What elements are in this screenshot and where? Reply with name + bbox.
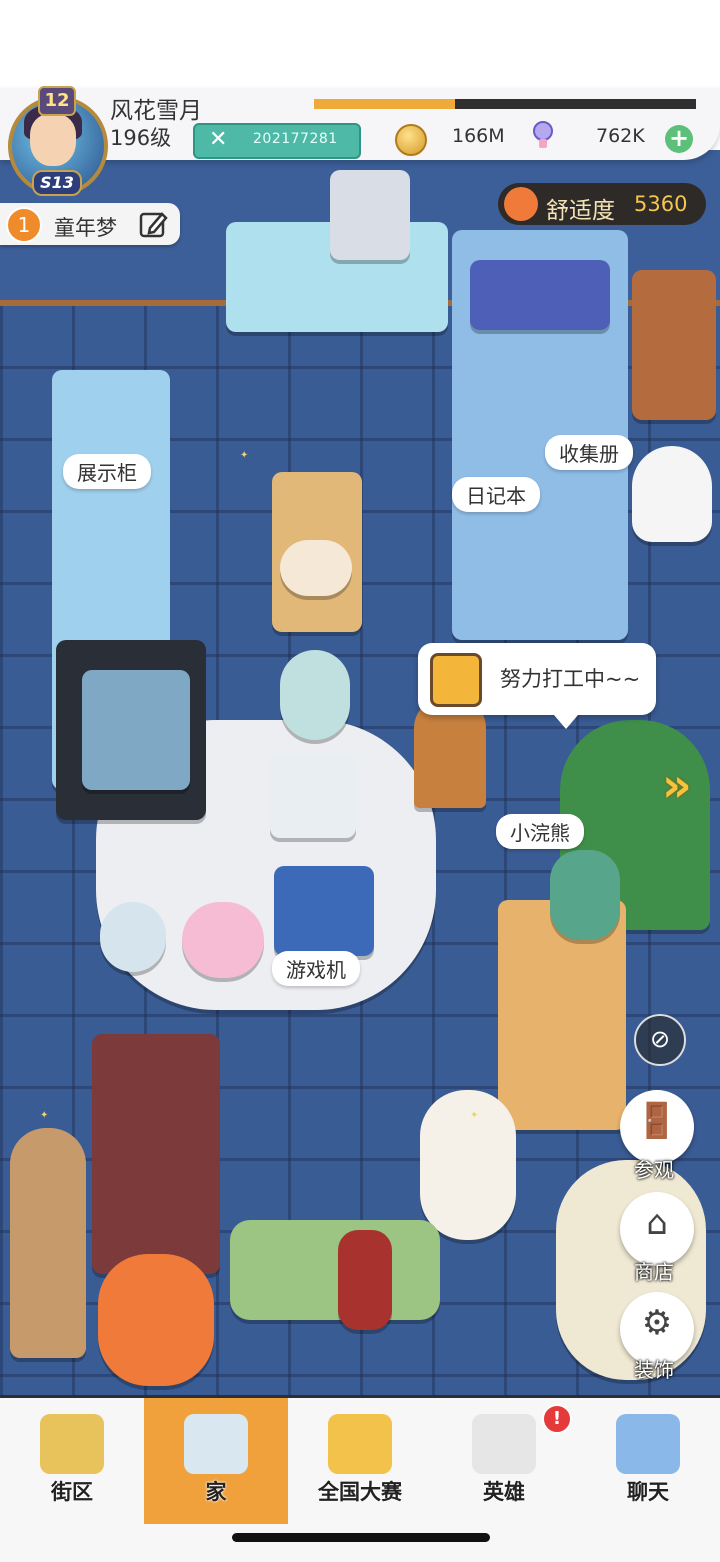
hero-notification-badge: ! (542, 1404, 572, 1434)
nav-label: 聊天 (627, 1480, 669, 1504)
house-icon (184, 1414, 248, 1474)
work-status-text: 努力打工中~~ (500, 667, 641, 691)
green-rug (230, 1220, 440, 1320)
pouf-blue (100, 902, 166, 972)
trophy-icon (328, 1414, 392, 1474)
floor-lamp (10, 1128, 86, 1358)
nightstand (632, 270, 716, 420)
player-level: 196级 (110, 126, 172, 150)
teddy-bear (420, 1090, 516, 1240)
food-table (92, 1034, 220, 1274)
tiger-plush (98, 1254, 214, 1386)
gear-icon: ⚙ (641, 1303, 673, 1343)
visit-label: 参观 (634, 1158, 674, 1182)
bed-pillow (470, 260, 610, 330)
quest-number: 1 (6, 207, 42, 243)
player-avatar[interactable]: 12 S13 (2, 86, 108, 196)
computer[interactable] (330, 170, 410, 260)
comfort-value: 5360 (634, 192, 688, 216)
player-name: 风花雪月 (110, 98, 202, 124)
coin-value: 166M (452, 125, 505, 147)
cat-plush (280, 540, 352, 596)
status-bar-area (0, 0, 720, 90)
label-game-console[interactable]: 游戏机 (272, 951, 360, 986)
swords-icon: ✕ (209, 127, 228, 152)
player-id-box[interactable]: ✕ 202177281 (193, 123, 361, 159)
xp-progress-bar (314, 99, 696, 109)
avatar-face (30, 114, 76, 166)
side-table (270, 754, 356, 838)
shop-label: 商店 (634, 1260, 674, 1284)
label-collection-book[interactable]: 收集册 (545, 435, 633, 470)
work-status-bubble[interactable]: 努力打工中~~ (418, 643, 656, 729)
shop-button[interactable]: ⌂ (620, 1192, 694, 1266)
cards-icon (472, 1414, 536, 1474)
quest-title: 童年梦 (54, 216, 117, 240)
player-id: 202177281 (253, 131, 338, 147)
nav-label: 家 (205, 1480, 227, 1504)
add-currency-button[interactable]: + (665, 125, 693, 153)
comfort-label: 舒适度 (546, 198, 615, 224)
nav-label: 街区 (51, 1480, 93, 1504)
tv-screen (82, 670, 190, 790)
hero-figure[interactable] (338, 1230, 392, 1330)
nav-item-chat[interactable]: 聊天 (576, 1398, 720, 1524)
expand-arrow-icon[interactable]: » (662, 758, 692, 812)
chat-bubble-icon (616, 1414, 680, 1474)
store-icon: ⌂ (646, 1203, 668, 1243)
pouf-pink (182, 902, 264, 978)
ghost-plush (632, 446, 712, 542)
avatar-level-badge: 12 (38, 86, 76, 116)
tiger-face-icon (504, 187, 538, 221)
briefcase-icon (430, 653, 482, 707)
home-indicator[interactable] (232, 1533, 490, 1542)
decorate-label: 装饰 (634, 1358, 674, 1382)
room-scene[interactable]: ✦ ✦ ✦ ✦ (0, 150, 720, 1395)
door-icon: 🚪 (635, 1101, 679, 1141)
gem-icon (533, 121, 553, 148)
nav-label: 全国大赛 (318, 1480, 402, 1504)
gem-value: 762K (596, 125, 645, 147)
fox-statue (550, 850, 620, 940)
quest-panel[interactable]: 1 童年梦 (0, 203, 180, 245)
coin-icon (395, 124, 427, 156)
nav-item-tournament[interactable]: 全国大赛 (288, 1398, 432, 1524)
nav-label: 英雄 (483, 1480, 525, 1504)
nav-item-home[interactable]: 家 (144, 1398, 288, 1524)
fan (280, 650, 350, 740)
hide-ui-icon[interactable]: ⊘ (634, 1014, 686, 1066)
visit-button[interactable]: 🚪 (620, 1090, 694, 1164)
label-raccoon[interactable]: 小浣熊 (496, 814, 584, 849)
edit-icon[interactable] (138, 209, 168, 239)
nav-item-district[interactable]: 街区 (0, 1398, 144, 1524)
rank-badge: S13 (32, 170, 82, 196)
xp-progress-fill (314, 99, 456, 109)
game-console[interactable] (274, 866, 374, 956)
label-display-cabinet[interactable]: 展示柜 (63, 454, 151, 489)
signpost-icon (40, 1414, 104, 1474)
comfort-meter[interactable]: 舒适度 5360 (498, 183, 706, 225)
label-diary[interactable]: 日记本 (452, 477, 540, 512)
